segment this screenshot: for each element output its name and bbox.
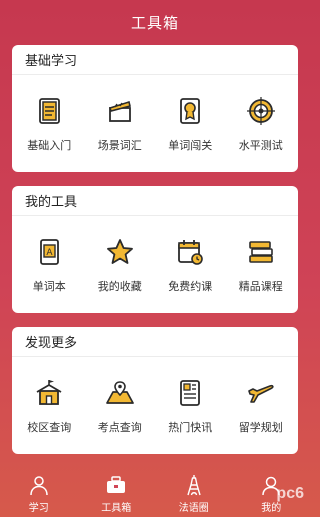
tool-study-abroad-plan[interactable]: 留学规划 <box>227 377 295 435</box>
calendar-icon <box>174 236 206 268</box>
newspaper-icon <box>174 377 206 409</box>
tab-label: 学习 <box>28 503 49 514</box>
section-title: 基础学习 <box>12 45 298 75</box>
tool-level-test[interactable]: 水平测试 <box>227 95 295 153</box>
tool-free-booking[interactable]: 免费约课 <box>156 236 224 294</box>
tool-label: 我的收藏 <box>97 280 142 293</box>
school-icon <box>33 377 65 409</box>
section-title: 发现更多 <box>12 327 298 357</box>
book-icon <box>33 95 65 127</box>
student-icon <box>27 473 51 497</box>
tool-campus-search[interactable]: 校区查询 <box>15 377 83 435</box>
badge-icon <box>174 95 206 127</box>
tool-label: 精品课程 <box>238 280 283 293</box>
tool-label: 场景词汇 <box>97 139 142 152</box>
tool-label: 热门快讯 <box>168 421 213 434</box>
tab-french-circle[interactable]: 法语圈 <box>164 473 224 514</box>
target-icon <box>245 95 277 127</box>
tool-label: 校区查询 <box>27 421 72 434</box>
tool-test-center-search[interactable]: 考点查询 <box>86 377 154 435</box>
books-stack-icon <box>245 236 277 268</box>
map-pin-icon <box>104 377 136 409</box>
section-title: 我的工具 <box>12 186 298 216</box>
tab-label: 法语圈 <box>178 503 209 514</box>
eiffel-tower-icon <box>182 473 206 497</box>
section-card-basic-learning: 基础学习 基础入门 场景词汇 单词闯关 水平测试 <box>12 45 298 172</box>
tool-word-challenge[interactable]: 单词闯关 <box>156 95 224 153</box>
section-card-my-tools: 我的工具 A 单词本 我的收藏 免费约课 精品课程 <box>12 186 298 313</box>
tool-label: 水平测试 <box>238 139 283 152</box>
star-icon <box>104 236 136 268</box>
tool-my-favorites[interactable]: 我的收藏 <box>86 236 154 294</box>
tool-wordbook[interactable]: A 单词本 <box>15 236 83 294</box>
tool-label: 基础入门 <box>27 139 72 152</box>
tab-study[interactable]: 学习 <box>9 473 69 514</box>
tab-label: 工具箱 <box>101 503 132 514</box>
tool-scene-vocab[interactable]: 场景词汇 <box>86 95 154 153</box>
tool-basic-intro[interactable]: 基础入门 <box>15 95 83 153</box>
page-title: 工具箱 <box>130 13 179 32</box>
airplane-icon <box>245 377 277 409</box>
clapperboard-icon <box>104 95 136 127</box>
tool-hot-news[interactable]: 热门快讯 <box>156 377 224 435</box>
toolbox-icon <box>104 473 128 497</box>
svg-text:A: A <box>47 248 54 258</box>
tool-label: 免费约课 <box>168 280 213 293</box>
tool-label: 留学规划 <box>238 421 283 434</box>
section-card-discover-more: 发现更多 校区查询 考点查询 热门快讯 留学规划 <box>12 327 298 454</box>
tool-label: 单词闯关 <box>168 139 213 152</box>
page-header: 工具箱 <box>0 0 310 44</box>
tool-premium-courses[interactable]: 精品课程 <box>227 236 295 294</box>
tool-label: 考点查询 <box>97 421 142 434</box>
bottom-tab-bar: 学习 工具箱 法语圈 我的 <box>0 471 310 517</box>
wordbook-icon: A <box>33 236 65 268</box>
tab-toolbox[interactable]: 工具箱 <box>86 473 146 514</box>
watermark-logo: pc6 <box>276 485 304 502</box>
tool-label: 单词本 <box>32 280 66 293</box>
